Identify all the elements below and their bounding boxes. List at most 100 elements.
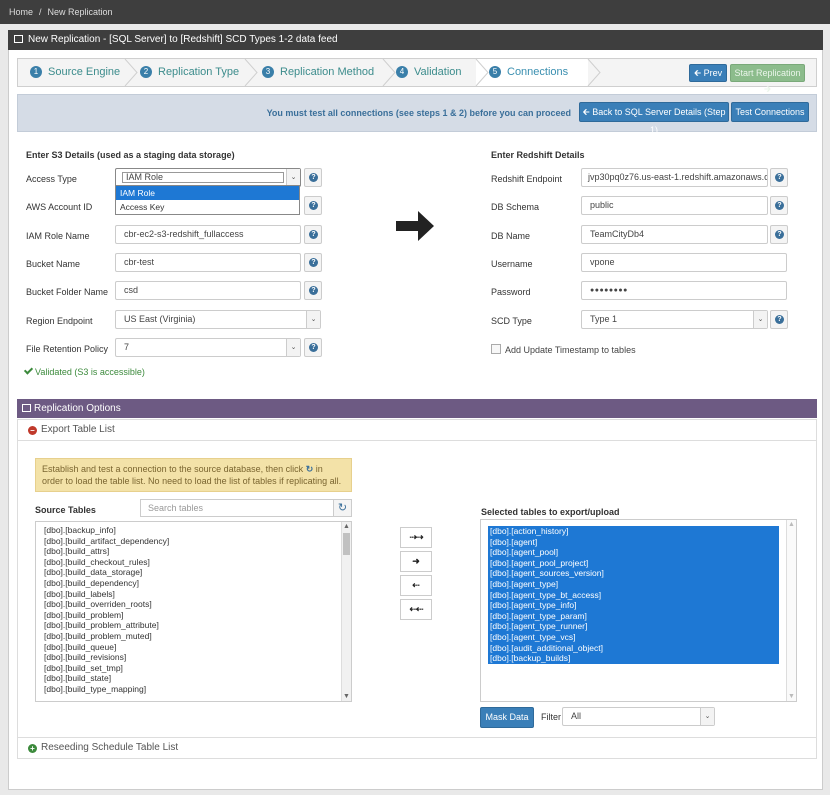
username-input[interactable]: vpone	[581, 253, 787, 272]
table-list-item[interactable]: [dbo].[build_problem]	[36, 610, 351, 621]
selected-list-scrollbar[interactable]: ▲ ▼	[786, 520, 796, 701]
minus-circle-icon: –	[28, 426, 37, 435]
endpoint-input[interactable]: jvp30pq0z76.us-east-1.redshift.amazonaws…	[581, 168, 768, 187]
bucket-folder-label: Bucket Folder Name	[26, 287, 109, 297]
filter-select[interactable]: All ⌄	[562, 707, 715, 726]
iam-role-help[interactable]: ?	[304, 225, 322, 244]
step-label: Validation	[414, 66, 462, 78]
table-list-item[interactable]: [dbo].[build_queue]	[36, 642, 351, 653]
replication-options-title: Replication Options	[34, 403, 121, 414]
scroll-up-icon: ▲	[788, 521, 795, 528]
bucket-folder-input[interactable]: csd	[115, 281, 301, 300]
table-list-item[interactable]: [dbo].[agent_pool_project]	[488, 557, 779, 569]
region-select[interactable]: US East (Virginia) ⌄	[115, 310, 321, 329]
wizard-step-connections[interactable]: 5 Connections	[476, 59, 588, 86]
retention-help[interactable]: ?	[304, 338, 322, 357]
reseeding-schedule-toggle[interactable]: + Reseeding Schedule Table List	[17, 737, 817, 759]
breadcrumb-separator: /	[39, 7, 42, 17]
table-list-item[interactable]: [dbo].[agent_pool]	[488, 547, 779, 558]
step-label: Connections	[507, 66, 569, 78]
bucket-name-input[interactable]: cbr-test	[115, 253, 301, 272]
check-icon	[23, 365, 34, 375]
selected-tables-list[interactable]: [dbo].[action_history] [dbo].[agent] [dbo]…	[480, 519, 797, 702]
table-list-item[interactable]: [dbo].[build_overriden_roots]	[36, 599, 351, 610]
table-list-item[interactable]: [dbo].[agent_type_runner]	[488, 621, 779, 632]
region-value: US East (Virginia)	[124, 314, 196, 324]
table-list-item[interactable]: [dbo].[build_dependency]	[36, 578, 351, 589]
bucket-name-help[interactable]: ?	[304, 253, 322, 272]
table-list-item[interactable]: [dbo].[build_checkout_rules]	[36, 557, 351, 568]
bucket-folder-help[interactable]: ?	[304, 281, 322, 300]
dbname-input[interactable]: TeamCityDb4	[581, 225, 768, 244]
source-list-scrollbar[interactable]: ▲ ▼	[341, 522, 351, 701]
table-list-item[interactable]: [dbo].[build_data_storage]	[36, 567, 351, 578]
access-type-dropdown: IAM Role Access Key	[115, 185, 300, 215]
step-number: 4	[396, 66, 408, 78]
endpoint-help[interactable]: ?	[770, 168, 788, 187]
start-replication-button[interactable]: Start Replication 🡲	[730, 64, 805, 94]
breadcrumb-current: New Replication	[47, 7, 113, 17]
move-all-right-button[interactable]: ⇢⇢	[400, 527, 432, 548]
move-all-left-button[interactable]: ⇠⇠	[400, 599, 432, 620]
table-list-item[interactable]: [dbo].[build_attrs]	[36, 546, 351, 557]
table-list-item[interactable]: [dbo].[backup_builds]	[488, 653, 779, 664]
move-left-button[interactable]: ⇠	[400, 575, 432, 596]
access-type-value: IAM Role	[122, 172, 284, 183]
chevron-down-icon: ⌄	[286, 169, 300, 186]
retention-label: File Retention Policy	[26, 344, 109, 354]
chevron-down-icon: ⌄	[700, 708, 714, 725]
export-table-list-toggle[interactable]: – Export Table List	[17, 419, 817, 441]
prev-button[interactable]: 🡰 Prev	[689, 64, 727, 82]
timestamp-checkbox[interactable]	[491, 344, 501, 354]
retention-select[interactable]: 7 ⌄	[115, 338, 301, 357]
table-list-item[interactable]: [dbo].[agent_type]	[488, 578, 779, 590]
table-list-item[interactable]: [dbo].[build_revisions]	[36, 652, 351, 663]
source-tables-list[interactable]: [dbo].[backup_info] [dbo].[build_artifact…	[35, 521, 352, 702]
iam-role-input[interactable]: cbr-ec2-s3-redshift_fullaccess	[115, 225, 301, 244]
table-list-item[interactable]: [dbo].[build_type_mapping]	[36, 684, 351, 695]
table-list-item[interactable]: [dbo].[agent_type_param]	[488, 610, 779, 622]
schema-input[interactable]: public	[581, 196, 768, 215]
table-list-item[interactable]: [dbo].[agent_type_vcs]	[488, 631, 779, 643]
table-list-item[interactable]: [dbo].[agent]	[488, 536, 779, 548]
breadcrumb-home[interactable]: Home	[9, 7, 33, 17]
dbname-help[interactable]: ?	[770, 225, 788, 244]
wizard-step-replication-type[interactable]: 2 Replication Type	[128, 59, 246, 86]
move-right-button[interactable]: ➜	[400, 551, 432, 572]
table-list-item[interactable]: [dbo].[build_artifact_dependency]	[36, 536, 351, 547]
table-list-item[interactable]: [dbo].[build_state]	[36, 673, 351, 684]
wizard-step-validation[interactable]: 4 Validation	[384, 59, 479, 86]
help-icon: ?	[309, 173, 318, 182]
access-type-help[interactable]: ?	[304, 168, 322, 187]
aws-account-help[interactable]: ?	[304, 196, 322, 215]
schema-help[interactable]: ?	[770, 196, 788, 215]
test-connections-button[interactable]: Test Connections	[731, 102, 809, 122]
table-list-item[interactable]: [dbo].[agent_sources_version]	[488, 568, 779, 579]
table-list-item[interactable]: [dbo].[build_labels]	[36, 589, 351, 600]
endpoint-label: Redshift Endpoint	[491, 174, 563, 184]
option-access-key[interactable]: Access Key	[116, 200, 299, 214]
replication-options-header: Replication Options	[17, 399, 817, 418]
wizard-step-replication-method[interactable]: 3 Replication Method	[250, 59, 385, 86]
table-list-item[interactable]: [dbo].[agent_type_info]	[488, 600, 779, 611]
scd-type-select[interactable]: Type 1 ⌄	[581, 310, 768, 329]
scd-type-help[interactable]: ?	[770, 310, 788, 329]
table-list-item[interactable]: [dbo].[action_history]	[488, 526, 779, 537]
table-list-item[interactable]: [dbo].[build_problem_muted]	[36, 631, 351, 642]
mask-data-button[interactable]: Mask Data	[480, 707, 534, 728]
table-list-item[interactable]: [dbo].[audit_additional_object]	[488, 642, 779, 654]
search-tables-input[interactable]: Search tables	[140, 499, 335, 517]
back-to-step1-button[interactable]: 🡰 Back to SQL Server Details (Step 1)	[579, 102, 729, 135]
aws-account-label: AWS Account ID	[26, 202, 93, 212]
refresh-tables-button[interactable]: ↻	[333, 499, 352, 517]
table-list-item[interactable]: [dbo].[backup_info]	[36, 525, 351, 536]
table-list-item[interactable]: [dbo].[agent_type_bt_access]	[488, 589, 779, 601]
table-list-item[interactable]: [dbo].[build_problem_attribute]	[36, 620, 351, 631]
password-input[interactable]: ●●●●●●●●	[581, 281, 787, 300]
table-list-item[interactable]: [dbo].[build_set_tmp]	[36, 663, 351, 674]
wizard-step-source-engine[interactable]: 1 Source Engine	[18, 59, 126, 86]
export-table-list-label: Export Table List	[41, 424, 115, 435]
help-icon: ?	[775, 173, 784, 182]
option-iam-role[interactable]: IAM Role	[116, 186, 299, 200]
scroll-thumb[interactable]	[343, 533, 350, 555]
